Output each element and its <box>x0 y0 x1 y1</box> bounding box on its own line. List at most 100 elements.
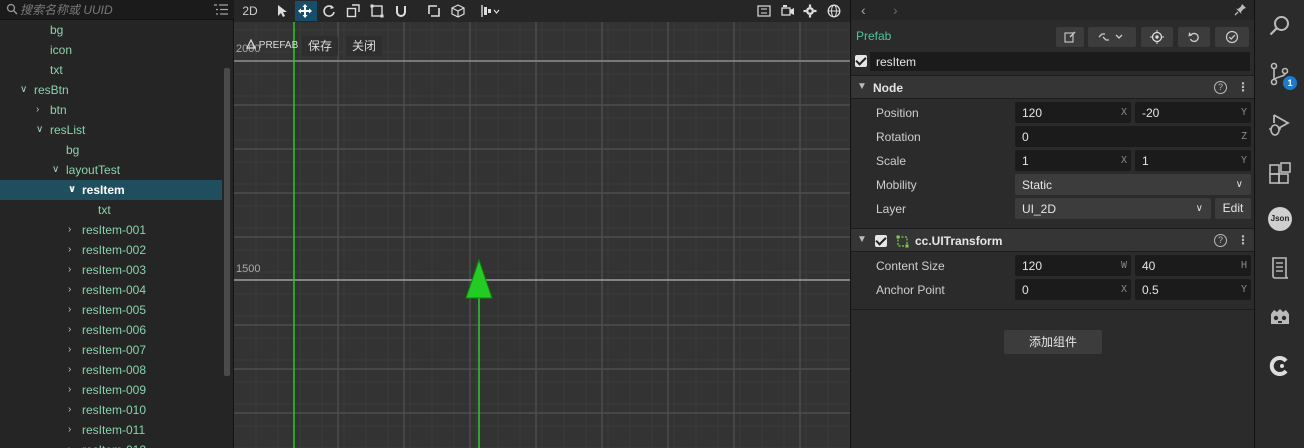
rotation-z-field[interactable]: 0 Z <box>1015 126 1251 147</box>
add-component-button[interactable]: 添加组件 <box>1004 330 1102 354</box>
anchor-y-field[interactable]: 0.5 Y <box>1135 279 1251 300</box>
tree-node[interactable]: › resItem-010 <box>0 400 222 420</box>
tree-node[interactable]: bg <box>0 140 222 160</box>
section-divider <box>851 309 1255 310</box>
select-tool-button[interactable] <box>272 1 294 21</box>
scene-viewport[interactable] <box>234 22 850 448</box>
node-active-checkbox[interactable] <box>855 55 867 67</box>
activity-notes[interactable] <box>1268 256 1292 280</box>
prefab-locate-button[interactable] <box>1141 27 1173 47</box>
prefab-unlink-button[interactable] <box>1088 27 1136 47</box>
prefab-apply-button[interactable] <box>1215 27 1249 47</box>
chevron-right-icon[interactable]: › <box>68 400 80 420</box>
pin-icon[interactable] <box>1234 3 1247 16</box>
camera-button[interactable] <box>778 1 800 21</box>
layer-select[interactable]: UI_2D ∨ <box>1015 198 1211 219</box>
tree-node[interactable]: › btn <box>0 100 222 120</box>
position-x-field[interactable]: 120 X <box>1015 102 1131 123</box>
tree-node[interactable]: › resItem-007 <box>0 340 222 360</box>
tree-node[interactable]: txt <box>0 60 222 80</box>
tree-node[interactable]: › resItem-004 <box>0 280 222 300</box>
position-y-field[interactable]: -20 Y <box>1135 102 1251 123</box>
tree-node[interactable]: › resItem-002 <box>0 240 222 260</box>
activity-source-control[interactable]: 1 <box>1268 62 1297 90</box>
tree-node[interactable]: bg <box>0 20 222 40</box>
move-tool-button[interactable] <box>295 1 317 21</box>
chevron-right-icon[interactable]: › <box>68 280 80 300</box>
chevron-right-icon[interactable]: › <box>68 240 80 260</box>
back-arrow-icon[interactable]: ‹ <box>861 0 866 20</box>
hierarchy-scrollbar[interactable] <box>224 68 230 376</box>
chevron-right-icon[interactable]: › <box>68 260 80 280</box>
save-button[interactable]: 保存 <box>302 36 339 56</box>
chevron-right-icon[interactable]: › <box>68 440 80 448</box>
content-height-field[interactable]: 40 H <box>1135 255 1251 276</box>
more-vertical-icon[interactable]: ⋮ <box>1237 233 1249 247</box>
pivot-toggle-button[interactable] <box>424 1 446 21</box>
tree-node[interactable]: ∨ resBtn <box>0 80 222 100</box>
tree-node[interactable]: txt <box>0 200 222 220</box>
chevron-right-icon[interactable]: › <box>68 300 80 320</box>
tree-node[interactable]: ›resItem-012 <box>0 440 222 448</box>
rect-tool-button[interactable] <box>367 1 389 21</box>
help-icon[interactable]: ? <box>1214 234 1227 247</box>
chevron-right-icon[interactable]: › <box>68 360 80 380</box>
activity-search[interactable] <box>1268 14 1292 38</box>
snap-tool-button[interactable] <box>391 1 413 21</box>
tree-node-label: resItem-012 <box>82 440 146 448</box>
local-global-toggle-button[interactable] <box>448 1 470 21</box>
forward-arrow-icon[interactable]: › <box>893 0 898 20</box>
activity-extensions[interactable] <box>1268 162 1292 186</box>
chevron-down-icon[interactable]: ∨ <box>36 120 48 140</box>
align-dropdown-button[interactable] <box>478 1 504 21</box>
layer-edit-button[interactable]: Edit <box>1215 198 1251 219</box>
node-section-header[interactable]: ▼ Node ? ⋮ <box>851 75 1255 99</box>
tree-node[interactable]: › resItem-009 <box>0 380 222 400</box>
activity-cocos[interactable] <box>1268 354 1292 378</box>
tree-node[interactable]: › resItem-001 <box>0 220 222 240</box>
gizmo-button[interactable] <box>754 1 776 21</box>
view-mode-button[interactable] <box>824 1 846 21</box>
tree-node[interactable]: icon <box>0 40 222 60</box>
content-width-field[interactable]: 120 W <box>1015 255 1131 276</box>
uitransform-section-header[interactable]: ▼ cc.UITransform ? ⋮ <box>851 228 1255 252</box>
hierarchy-search-input[interactable] <box>20 1 206 18</box>
scene-settings-button[interactable] <box>800 1 822 21</box>
tree-node[interactable]: › resItem-011 <box>0 420 222 440</box>
chevron-right-icon[interactable]: › <box>68 420 80 440</box>
tree-node[interactable]: › resItem-006 <box>0 320 222 340</box>
tree-node[interactable]: › resItem-005 <box>0 300 222 320</box>
rotate-tool-button[interactable] <box>319 1 341 21</box>
chevron-down-icon[interactable]: ∨ <box>20 80 32 100</box>
chevron-right-icon[interactable]: › <box>68 220 80 240</box>
scale-y-field[interactable]: 1 Y <box>1135 150 1251 171</box>
activity-godot[interactable] <box>1268 306 1292 330</box>
chevron-right-icon[interactable]: › <box>68 340 80 360</box>
activity-json[interactable]: Json <box>1268 207 1292 231</box>
node-name-input[interactable] <box>870 52 1250 71</box>
chevron-right-icon[interactable]: › <box>36 100 48 120</box>
tree-node[interactable]: ∨ layoutTest <box>0 160 222 180</box>
mode-2d-button[interactable]: 2D <box>238 1 262 21</box>
scale-tool-button[interactable] <box>343 1 365 21</box>
uitransform-enabled-checkbox[interactable] <box>875 235 887 247</box>
tree-node-label: resItem-010 <box>82 403 147 417</box>
prefab-edit-button[interactable] <box>1056 27 1084 47</box>
help-icon[interactable]: ? <box>1214 81 1227 94</box>
prefab-revert-button[interactable] <box>1178 27 1210 47</box>
chevron-down-icon[interactable]: ∨ <box>52 160 64 180</box>
close-button[interactable]: 关闭 <box>346 36 383 56</box>
chevron-right-icon[interactable]: › <box>68 320 80 340</box>
anchor-x-field[interactable]: 0 X <box>1015 279 1131 300</box>
tree-node[interactable]: › resItem-003 <box>0 260 222 280</box>
tree-node[interactable]: ∨ resList <box>0 120 222 140</box>
list-filter-icon[interactable] <box>214 3 228 16</box>
chevron-down-icon[interactable]: ∨ <box>68 180 80 200</box>
chevron-right-icon[interactable]: › <box>68 380 80 400</box>
more-vertical-icon[interactable]: ⋮ <box>1237 80 1249 94</box>
mobility-select[interactable]: Static ∨ <box>1015 174 1251 195</box>
tree-node[interactable]: › resItem-008 <box>0 360 222 380</box>
scale-x-field[interactable]: 1 X <box>1015 150 1131 171</box>
tree-node[interactable]: ∨ resItem <box>0 180 222 200</box>
activity-run-debug[interactable] <box>1268 113 1292 137</box>
